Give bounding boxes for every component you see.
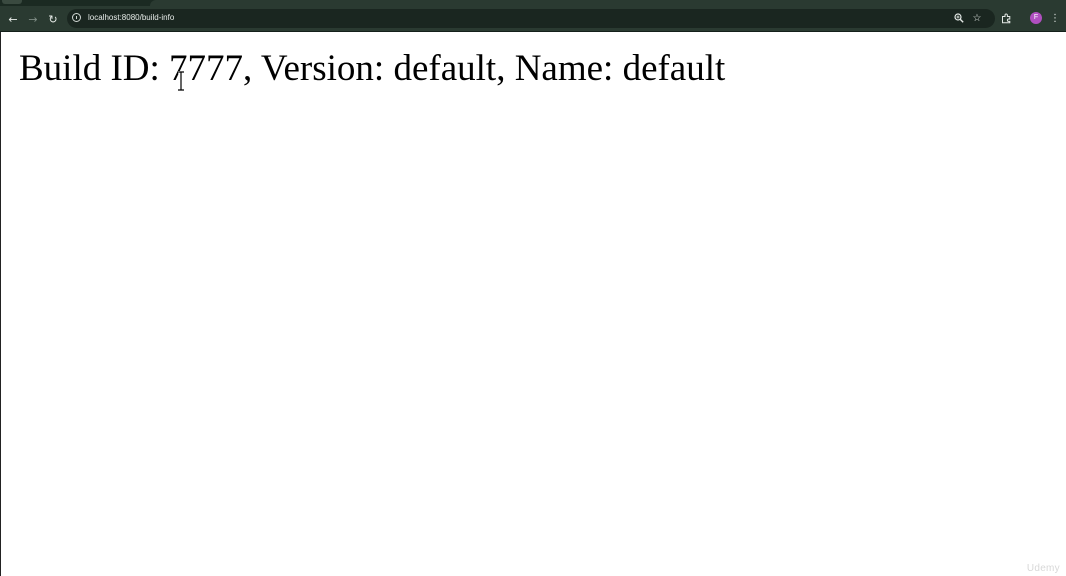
info-icon[interactable] [72, 13, 81, 22]
kebab-menu-icon[interactable]: ⋮ [1047, 10, 1063, 26]
address-bar[interactable]: localhost:8080/build-info ☆ [67, 9, 995, 28]
browser-toolbar: ← → ↻ localhost:8080/build-info ☆ F ⋮ [0, 6, 1066, 32]
star-icon[interactable]: ☆ [969, 10, 985, 26]
puzzle-icon[interactable] [998, 10, 1014, 26]
arrow-right-icon[interactable]: → [24, 10, 42, 28]
tab-previous[interactable] [2, 0, 22, 4]
zoom-icon-glyph [954, 13, 964, 23]
page-content: Build ID: 7777, Version: default, Name: … [0, 32, 1066, 576]
reload-icon[interactable]: ↻ [44, 10, 62, 28]
profile-avatar[interactable]: F [1030, 12, 1042, 24]
text-cursor-icon [178, 71, 184, 91]
zoom-icon[interactable] [951, 10, 967, 26]
url-text[interactable]: localhost:8080/build-info [88, 12, 174, 24]
watermark: Udemy [1026, 563, 1060, 574]
browser-window: ← → ↻ localhost:8080/build-info ☆ F ⋮ Bu… [0, 0, 1066, 576]
puzzle-icon-glyph [1001, 13, 1010, 23]
arrow-left-icon[interactable]: ← [4, 10, 22, 28]
build-info-text: Build ID: 7777, Version: default, Name: … [19, 48, 726, 89]
